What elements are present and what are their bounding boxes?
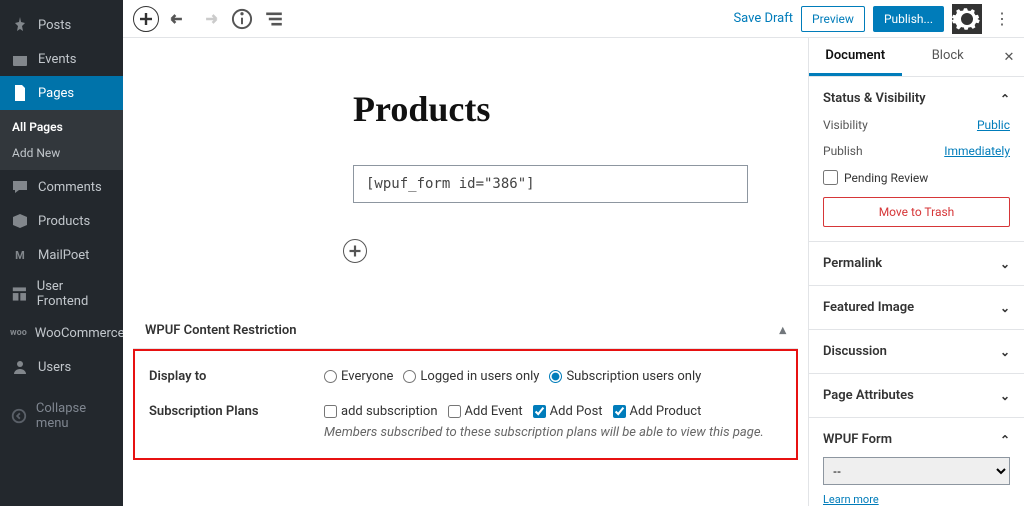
- wpuf-restriction-metabox: WPUF Content Restriction ▴ Display to Ev…: [133, 313, 798, 460]
- chevron-up-icon: ▴: [779, 323, 786, 338]
- settings-panel: Document Block ✕ Status & Visibility ⌃ V…: [808, 38, 1024, 506]
- pending-review-checkbox[interactable]: [823, 170, 838, 185]
- sidebar-sub-add-new[interactable]: Add New: [0, 140, 123, 166]
- move-to-trash-button[interactable]: Move to Trash: [823, 197, 1010, 227]
- section-wpuf-form: WPUF Form⌃ -- Learn more: [809, 418, 1024, 506]
- sidebar-item-label: Events: [38, 52, 76, 67]
- m-icon: M: [10, 245, 30, 265]
- section-featured-image[interactable]: Featured Image⌄: [809, 286, 1024, 330]
- sidebar-item-label: Products: [38, 214, 90, 229]
- sidebar-item-events[interactable]: Events: [0, 42, 123, 76]
- undo-button[interactable]: [165, 6, 191, 32]
- calendar-icon: [10, 49, 30, 69]
- save-draft-button[interactable]: Save Draft: [733, 11, 793, 26]
- sidebar-item-users[interactable]: Users: [0, 350, 123, 384]
- page-title[interactable]: Products: [353, 88, 748, 130]
- check-add-subscription[interactable]: add subscription: [324, 404, 438, 419]
- sidebar-item-mailpoet[interactable]: M MailPoet: [0, 238, 123, 272]
- publish-button[interactable]: Publish...: [873, 6, 944, 32]
- admin-sidebar: Posts Events Pages All Pages Add New Com…: [0, 0, 123, 506]
- publish-label: Publish: [823, 144, 863, 158]
- section-discussion[interactable]: Discussion⌄: [809, 330, 1024, 374]
- chevron-down-icon: ⌄: [1000, 345, 1010, 359]
- settings-tabs: Document Block ✕: [809, 38, 1024, 77]
- chevron-down-icon: ⌄: [1000, 257, 1010, 271]
- display-to-label: Display to: [149, 369, 324, 384]
- radio-logged-in[interactable]: Logged in users only: [403, 369, 539, 384]
- plans-help-text: Members subscribed to these subscription…: [324, 425, 782, 440]
- sidebar-item-comments[interactable]: Comments: [0, 170, 123, 204]
- visibility-label: Visibility: [823, 118, 868, 132]
- sidebar-item-pages[interactable]: Pages: [0, 76, 123, 110]
- sidebar-item-label: Posts: [38, 18, 71, 33]
- section-status-toggle[interactable]: Status & Visibility ⌃: [823, 91, 1010, 106]
- sidebar-item-user-frontend[interactable]: User Frontend: [0, 272, 123, 316]
- more-menu-button[interactable]: ⋮: [990, 9, 1014, 28]
- sidebar-item-label: Users: [38, 360, 71, 375]
- add-block-button[interactable]: [133, 6, 159, 32]
- check-add-post[interactable]: Add Post: [533, 404, 603, 419]
- chevron-down-icon: ⌄: [1000, 301, 1010, 315]
- page-icon: [10, 83, 30, 103]
- editor-topbar: Save Draft Preview Publish... ⋮: [123, 0, 1024, 38]
- wpuf-form-select[interactable]: --: [823, 457, 1010, 485]
- tab-block[interactable]: Block: [902, 38, 995, 76]
- preview-button[interactable]: Preview: [801, 6, 865, 32]
- publish-value[interactable]: Immediately: [944, 144, 1010, 158]
- collapse-icon: [10, 406, 28, 426]
- visibility-value[interactable]: Public: [977, 118, 1010, 132]
- pending-review-label: Pending Review: [844, 171, 928, 185]
- user-icon: [10, 357, 30, 377]
- check-add-product[interactable]: Add Product: [613, 404, 702, 419]
- sidebar-item-label: User Frontend: [37, 279, 113, 309]
- redo-button: [197, 6, 223, 32]
- woo-icon: woo: [10, 323, 27, 343]
- tab-document[interactable]: Document: [809, 38, 902, 76]
- close-icon[interactable]: ✕: [994, 38, 1024, 76]
- sidebar-sub-all-pages[interactable]: All Pages: [0, 114, 123, 140]
- radio-everyone[interactable]: Everyone: [324, 369, 393, 384]
- info-button[interactable]: [229, 6, 255, 32]
- section-status: Status & Visibility ⌃ Visibility Public …: [809, 77, 1024, 242]
- sidebar-item-label: WooCommerce: [35, 326, 123, 341]
- sidebar-item-label: Comments: [38, 180, 102, 195]
- sidebar-item-products[interactable]: Products: [0, 204, 123, 238]
- outline-button[interactable]: [261, 6, 287, 32]
- section-page-attributes[interactable]: Page Attributes⌄: [809, 374, 1024, 418]
- settings-button[interactable]: [952, 4, 982, 34]
- radio-subscription[interactable]: Subscription users only: [549, 369, 701, 384]
- subscription-plans-label: Subscription Plans: [149, 404, 324, 419]
- sidebar-item-woocommerce[interactable]: woo WooCommerce: [0, 316, 123, 350]
- box-icon: [10, 211, 30, 231]
- add-block-inline[interactable]: [343, 239, 367, 263]
- sidebar-submenu: All Pages Add New: [0, 110, 123, 170]
- layout-icon: [10, 284, 29, 304]
- sidebar-item-posts[interactable]: Posts: [0, 8, 123, 42]
- comment-icon: [10, 177, 30, 197]
- learn-more-link[interactable]: Learn more: [823, 493, 1010, 506]
- editor-canvas: Products [wpuf_form id="386"] WPUF Conte…: [123, 38, 808, 506]
- section-permalink[interactable]: Permalink⌄: [809, 242, 1024, 286]
- chevron-down-icon: ⌄: [1000, 389, 1010, 403]
- chevron-up-icon: ⌃: [1000, 92, 1010, 106]
- sidebar-item-label: Pages: [38, 86, 74, 101]
- sidebar-collapse[interactable]: Collapse menu: [0, 394, 123, 438]
- collapse-label: Collapse menu: [36, 401, 113, 431]
- chevron-up-icon: ⌃: [1000, 433, 1010, 447]
- metabox-title: WPUF Content Restriction: [145, 323, 297, 338]
- check-add-event[interactable]: Add Event: [448, 404, 523, 419]
- pin-icon: [10, 15, 30, 35]
- metabox-header[interactable]: WPUF Content Restriction ▴: [133, 313, 798, 349]
- section-wpuf-toggle[interactable]: WPUF Form⌃: [823, 432, 1010, 447]
- sidebar-item-label: MailPoet: [38, 248, 89, 263]
- shortcode-block[interactable]: [wpuf_form id="386"]: [353, 165, 748, 203]
